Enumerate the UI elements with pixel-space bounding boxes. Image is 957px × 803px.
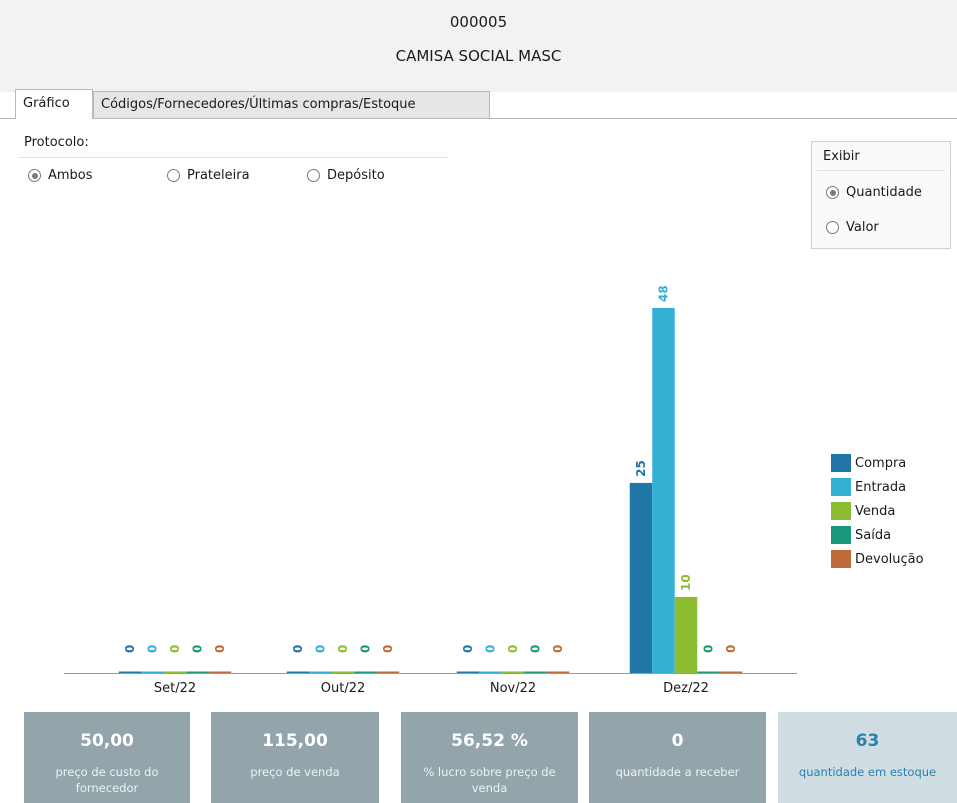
data-label-devolução-1: 0 — [381, 645, 395, 653]
stat-sale-price: 115,00 preço de venda — [211, 712, 379, 803]
stat-qty-in-stock-value: 63 — [855, 731, 880, 751]
legend-swatch — [831, 454, 851, 472]
legend-swatch — [831, 502, 851, 520]
bar-compra-2 — [456, 671, 480, 673]
stat-cost-price-label: preço de custo do fornecedor — [55, 765, 159, 795]
bar-saída-1 — [354, 671, 377, 673]
bar-compra-0 — [118, 671, 142, 673]
bar-entrada-1 — [309, 671, 332, 673]
bar-saída-3 — [697, 671, 720, 673]
bar-devolução-0 — [208, 671, 232, 673]
stat-qty-to-receive: 0 quantidade a receber — [589, 712, 766, 803]
legend-label: Entrada — [855, 479, 907, 495]
legend-label: Compra — [855, 455, 907, 471]
legend-label: Saída — [855, 527, 892, 543]
x-tick-label-1: Out/22 — [321, 681, 366, 696]
stat-profit-percent-value: 56,52 % — [451, 731, 528, 751]
legend-item-venda: Venda — [831, 499, 924, 523]
data-label-saída-3: 0 — [702, 645, 716, 653]
bar-saída-0 — [186, 671, 209, 673]
data-label-devolução-0: 0 — [213, 645, 227, 653]
data-label-saída-2: 0 — [529, 645, 543, 653]
data-label-entrada-2: 0 — [484, 645, 498, 653]
chart-legend: Compra Entrada Venda Saída Devolução — [831, 451, 924, 571]
data-label-venda-3: 10 — [679, 574, 693, 591]
legend-item-saída: Saída — [831, 523, 924, 547]
bar-venda-1 — [331, 671, 355, 673]
legend-swatch — [831, 478, 851, 496]
bar-devolução-1 — [376, 671, 400, 673]
bar-entrada-0 — [141, 671, 164, 673]
stat-cost-price-value: 50,00 — [80, 731, 134, 751]
legend-label: Devolução — [855, 551, 924, 567]
stat-sale-price-label: preço de venda — [250, 765, 340, 779]
stat-qty-to-receive-label: quantidade a receber — [615, 765, 740, 779]
stats-bar: 50,00 preço de custo do fornecedor 115,0… — [24, 712, 957, 803]
data-label-venda-2: 0 — [506, 645, 520, 653]
x-tick-label-0: Set/22 — [154, 681, 196, 696]
data-label-compra-0: 0 — [123, 645, 137, 653]
legend-label: Venda — [855, 503, 896, 519]
stat-qty-in-stock: 63 quantidade em estoque — [778, 712, 957, 803]
bar-compra-1 — [286, 671, 310, 673]
bar-compra-3 — [629, 482, 653, 673]
data-label-compra-1: 0 — [291, 645, 305, 653]
bar-venda-2 — [501, 671, 525, 673]
legend-item-devolução: Devolução — [831, 547, 924, 571]
data-label-compra-2: 0 — [461, 645, 475, 653]
stat-cost-price: 50,00 preço de custo do fornecedor — [24, 712, 190, 803]
bar-devolução-3 — [719, 671, 743, 673]
stat-sale-price-value: 115,00 — [262, 731, 328, 751]
stat-qty-in-stock-label: quantidade em estoque — [798, 765, 937, 779]
data-label-venda-1: 0 — [336, 645, 350, 653]
legend-swatch — [831, 550, 851, 568]
stat-qty-to-receive-value: 0 — [671, 731, 684, 751]
data-label-venda-0: 0 — [168, 645, 182, 653]
x-tick-label-2: Nov/22 — [490, 681, 536, 696]
data-label-devolução-2: 0 — [551, 645, 565, 653]
stat-profit-percent-label: % lucro sobre preço de venda — [423, 765, 556, 795]
tab-grafico[interactable]: Gráfico — [15, 89, 93, 119]
data-label-entrada-0: 0 — [146, 645, 160, 653]
data-label-compra-3: 25 — [634, 460, 648, 477]
movement-bar-chart: 0 0 0 0 0Set/220 0 0 0 0Out/220 0 0 0 0Nov/222548100… — [64, 285, 797, 696]
data-label-devolução-3: 0 — [724, 645, 738, 653]
legend-item-entrada: Entrada — [831, 475, 924, 499]
bar-saída-2 — [524, 671, 547, 673]
bar-entrada-3 — [652, 308, 675, 673]
bar-devolução-2 — [546, 671, 570, 673]
data-label-entrada-1: 0 — [314, 645, 328, 653]
bar-entrada-2 — [479, 671, 502, 673]
legend-item-compra: Compra — [831, 451, 924, 475]
data-label-entrada-3: 48 — [657, 285, 671, 302]
x-tick-label-3: Dez/22 — [663, 681, 709, 696]
bar-venda-0 — [163, 671, 187, 673]
stat-profit-percent: 56,52 % % lucro sobre preço de venda — [401, 712, 578, 803]
legend-swatch — [831, 526, 851, 544]
data-label-saída-0: 0 — [191, 645, 205, 653]
data-label-saída-1: 0 — [359, 645, 373, 653]
bar-venda-3 — [674, 596, 698, 673]
